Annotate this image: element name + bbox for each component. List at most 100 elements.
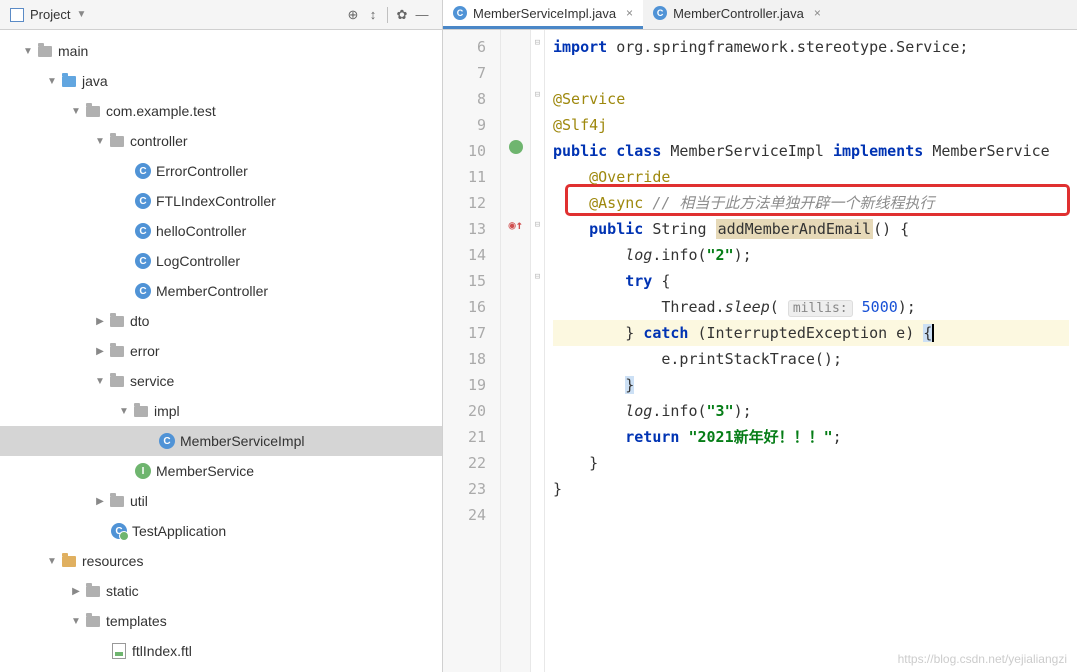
line-num: 7 [447, 60, 486, 86]
code-line: } [553, 476, 1069, 502]
tree-folder-dto[interactable]: ▶ dto [0, 306, 442, 336]
line-num: 6 [447, 34, 486, 60]
code-editor[interactable]: 6 7 8 9 10 11 12 13 14 15 16 17 18 19 20… [443, 30, 1077, 672]
line-num: 14 [447, 242, 486, 268]
code-line: log.info("2"); [553, 242, 1069, 268]
tree-class[interactable]: C MemberController [0, 276, 442, 306]
code-line: return "2021新年好！！！"; [553, 424, 1069, 450]
tree-label: main [58, 43, 88, 59]
tab-member-controller[interactable]: C MemberController.java × [643, 0, 831, 29]
close-icon[interactable]: × [626, 6, 633, 20]
close-icon[interactable]: × [814, 6, 821, 20]
tree-label: FTLIndexController [156, 193, 276, 209]
tree-app-class[interactable]: C TestApplication [0, 516, 442, 546]
tree-folder-resources[interactable]: ▼ resources [0, 546, 442, 576]
line-num: 22 [447, 450, 486, 476]
line-num: 23 [447, 476, 486, 502]
tree-label: LogController [156, 253, 240, 269]
line-num: 20 [447, 398, 486, 424]
code-line: import org.springframework.stereotype.Se… [553, 34, 1069, 60]
tree-class[interactable]: C helloController [0, 216, 442, 246]
line-num: 15 [447, 268, 486, 294]
code-line [553, 60, 1069, 86]
target-icon[interactable]: ⊕ [343, 5, 363, 25]
tree-label: MemberService [156, 463, 254, 479]
tree-folder-controller[interactable]: ▼ controller [0, 126, 442, 156]
editor-panel: C MemberServiceImpl.java × C MemberContr… [443, 0, 1077, 672]
tree-interface[interactable]: I MemberService [0, 456, 442, 486]
tab-member-service-impl[interactable]: C MemberServiceImpl.java × [443, 0, 643, 29]
tree-label: templates [106, 613, 167, 629]
tree-label: MemberController [156, 283, 268, 299]
tree-label: util [130, 493, 148, 509]
project-header: Project ▼ ⊕ ↕ ✿ — [0, 0, 442, 30]
tree-label: impl [154, 403, 180, 419]
tree-folder-service[interactable]: ▼ service [0, 366, 442, 396]
watermark: https://blog.csdn.net/yejialiangzi [898, 652, 1067, 666]
line-num: 11 [447, 164, 486, 190]
tree-class[interactable]: C ErrorController [0, 156, 442, 186]
line-num: 19 [447, 372, 486, 398]
tree-label: dto [130, 313, 149, 329]
line-num: 16 [447, 294, 486, 320]
tree-label: error [130, 343, 160, 359]
tab-label: MemberServiceImpl.java [473, 6, 616, 21]
tree-folder-error[interactable]: ▶ error [0, 336, 442, 366]
tree-folder-main[interactable]: ▼ main [0, 36, 442, 66]
tree-folder-impl[interactable]: ▼ impl [0, 396, 442, 426]
code-line: Thread.sleep( millis: 5000); [553, 294, 1069, 320]
tree-label: MemberServiceImpl [180, 433, 304, 449]
tree-label: ErrorController [156, 163, 248, 179]
class-icon: C [453, 6, 467, 20]
project-title: Project [30, 7, 70, 22]
gutter-icons: ◉↑ [501, 30, 531, 672]
fold-column: ⊟ ⊟ ⊟ ⊟ [531, 30, 545, 672]
tree-label: controller [130, 133, 188, 149]
gear-icon[interactable]: ✿ [392, 5, 412, 25]
tree-folder-util[interactable]: ▶ util [0, 486, 442, 516]
line-num: 24 [447, 502, 486, 528]
code-line [553, 502, 1069, 528]
expand-icon[interactable]: ↕ [363, 5, 383, 25]
tree-class[interactable]: C FTLIndexController [0, 186, 442, 216]
project-panel: Project ▼ ⊕ ↕ ✿ — ▼ main ▼ java ▼ com.ex… [0, 0, 443, 672]
gutter-implement-icon[interactable]: ◉↑ [509, 218, 523, 232]
tree-label: ftlIndex.ftl [132, 643, 192, 659]
line-num: 12 [447, 190, 486, 216]
tree-package[interactable]: ▼ com.example.test [0, 96, 442, 126]
gutter-override-icon[interactable] [509, 140, 523, 154]
class-icon: C [653, 6, 667, 20]
tree-folder-static[interactable]: ▶ static [0, 576, 442, 606]
line-num: 18 [447, 346, 486, 372]
tree-class[interactable]: C LogController [0, 246, 442, 276]
code-line: public String addMemberAndEmail() { [553, 216, 1069, 242]
code-area[interactable]: import org.springframework.stereotype.Se… [545, 30, 1077, 672]
code-line: e.printStackTrace(); [553, 346, 1069, 372]
line-num: 13 [447, 216, 486, 242]
line-num: 9 [447, 112, 486, 138]
code-line: } [553, 372, 1069, 398]
tree-folder-templates[interactable]: ▼ templates [0, 606, 442, 636]
tree-label: resources [82, 553, 143, 569]
tree-label: TestApplication [132, 523, 226, 539]
line-num: 10 [447, 138, 486, 164]
tree-label: java [82, 73, 108, 89]
line-num: 17 [447, 320, 486, 346]
minimize-icon[interactable]: — [412, 5, 432, 25]
tree-file-ftl[interactable]: ftlIndex.ftl [0, 636, 442, 666]
project-tree: ▼ main ▼ java ▼ com.example.test ▼ contr… [0, 30, 442, 672]
code-line: public class MemberServiceImpl implement… [553, 138, 1069, 164]
tree-class-selected[interactable]: C MemberServiceImpl [0, 426, 442, 456]
tree-label: service [130, 373, 174, 389]
editor-tabs: C MemberServiceImpl.java × C MemberContr… [443, 0, 1077, 30]
line-number-gutter: 6 7 8 9 10 11 12 13 14 15 16 17 18 19 20… [443, 30, 501, 672]
line-num: 8 [447, 86, 486, 112]
code-line: @Slf4j [553, 112, 1069, 138]
dropdown-icon[interactable]: ▼ [76, 9, 86, 20]
tree-folder-java[interactable]: ▼ java [0, 66, 442, 96]
code-line: log.info("3"); [553, 398, 1069, 424]
tree-label: helloController [156, 223, 246, 239]
project-icon [10, 8, 24, 22]
code-line: } [553, 450, 1069, 476]
code-line: @Async // 相当于此方法单独开辟一个新线程执行 [553, 190, 1069, 216]
